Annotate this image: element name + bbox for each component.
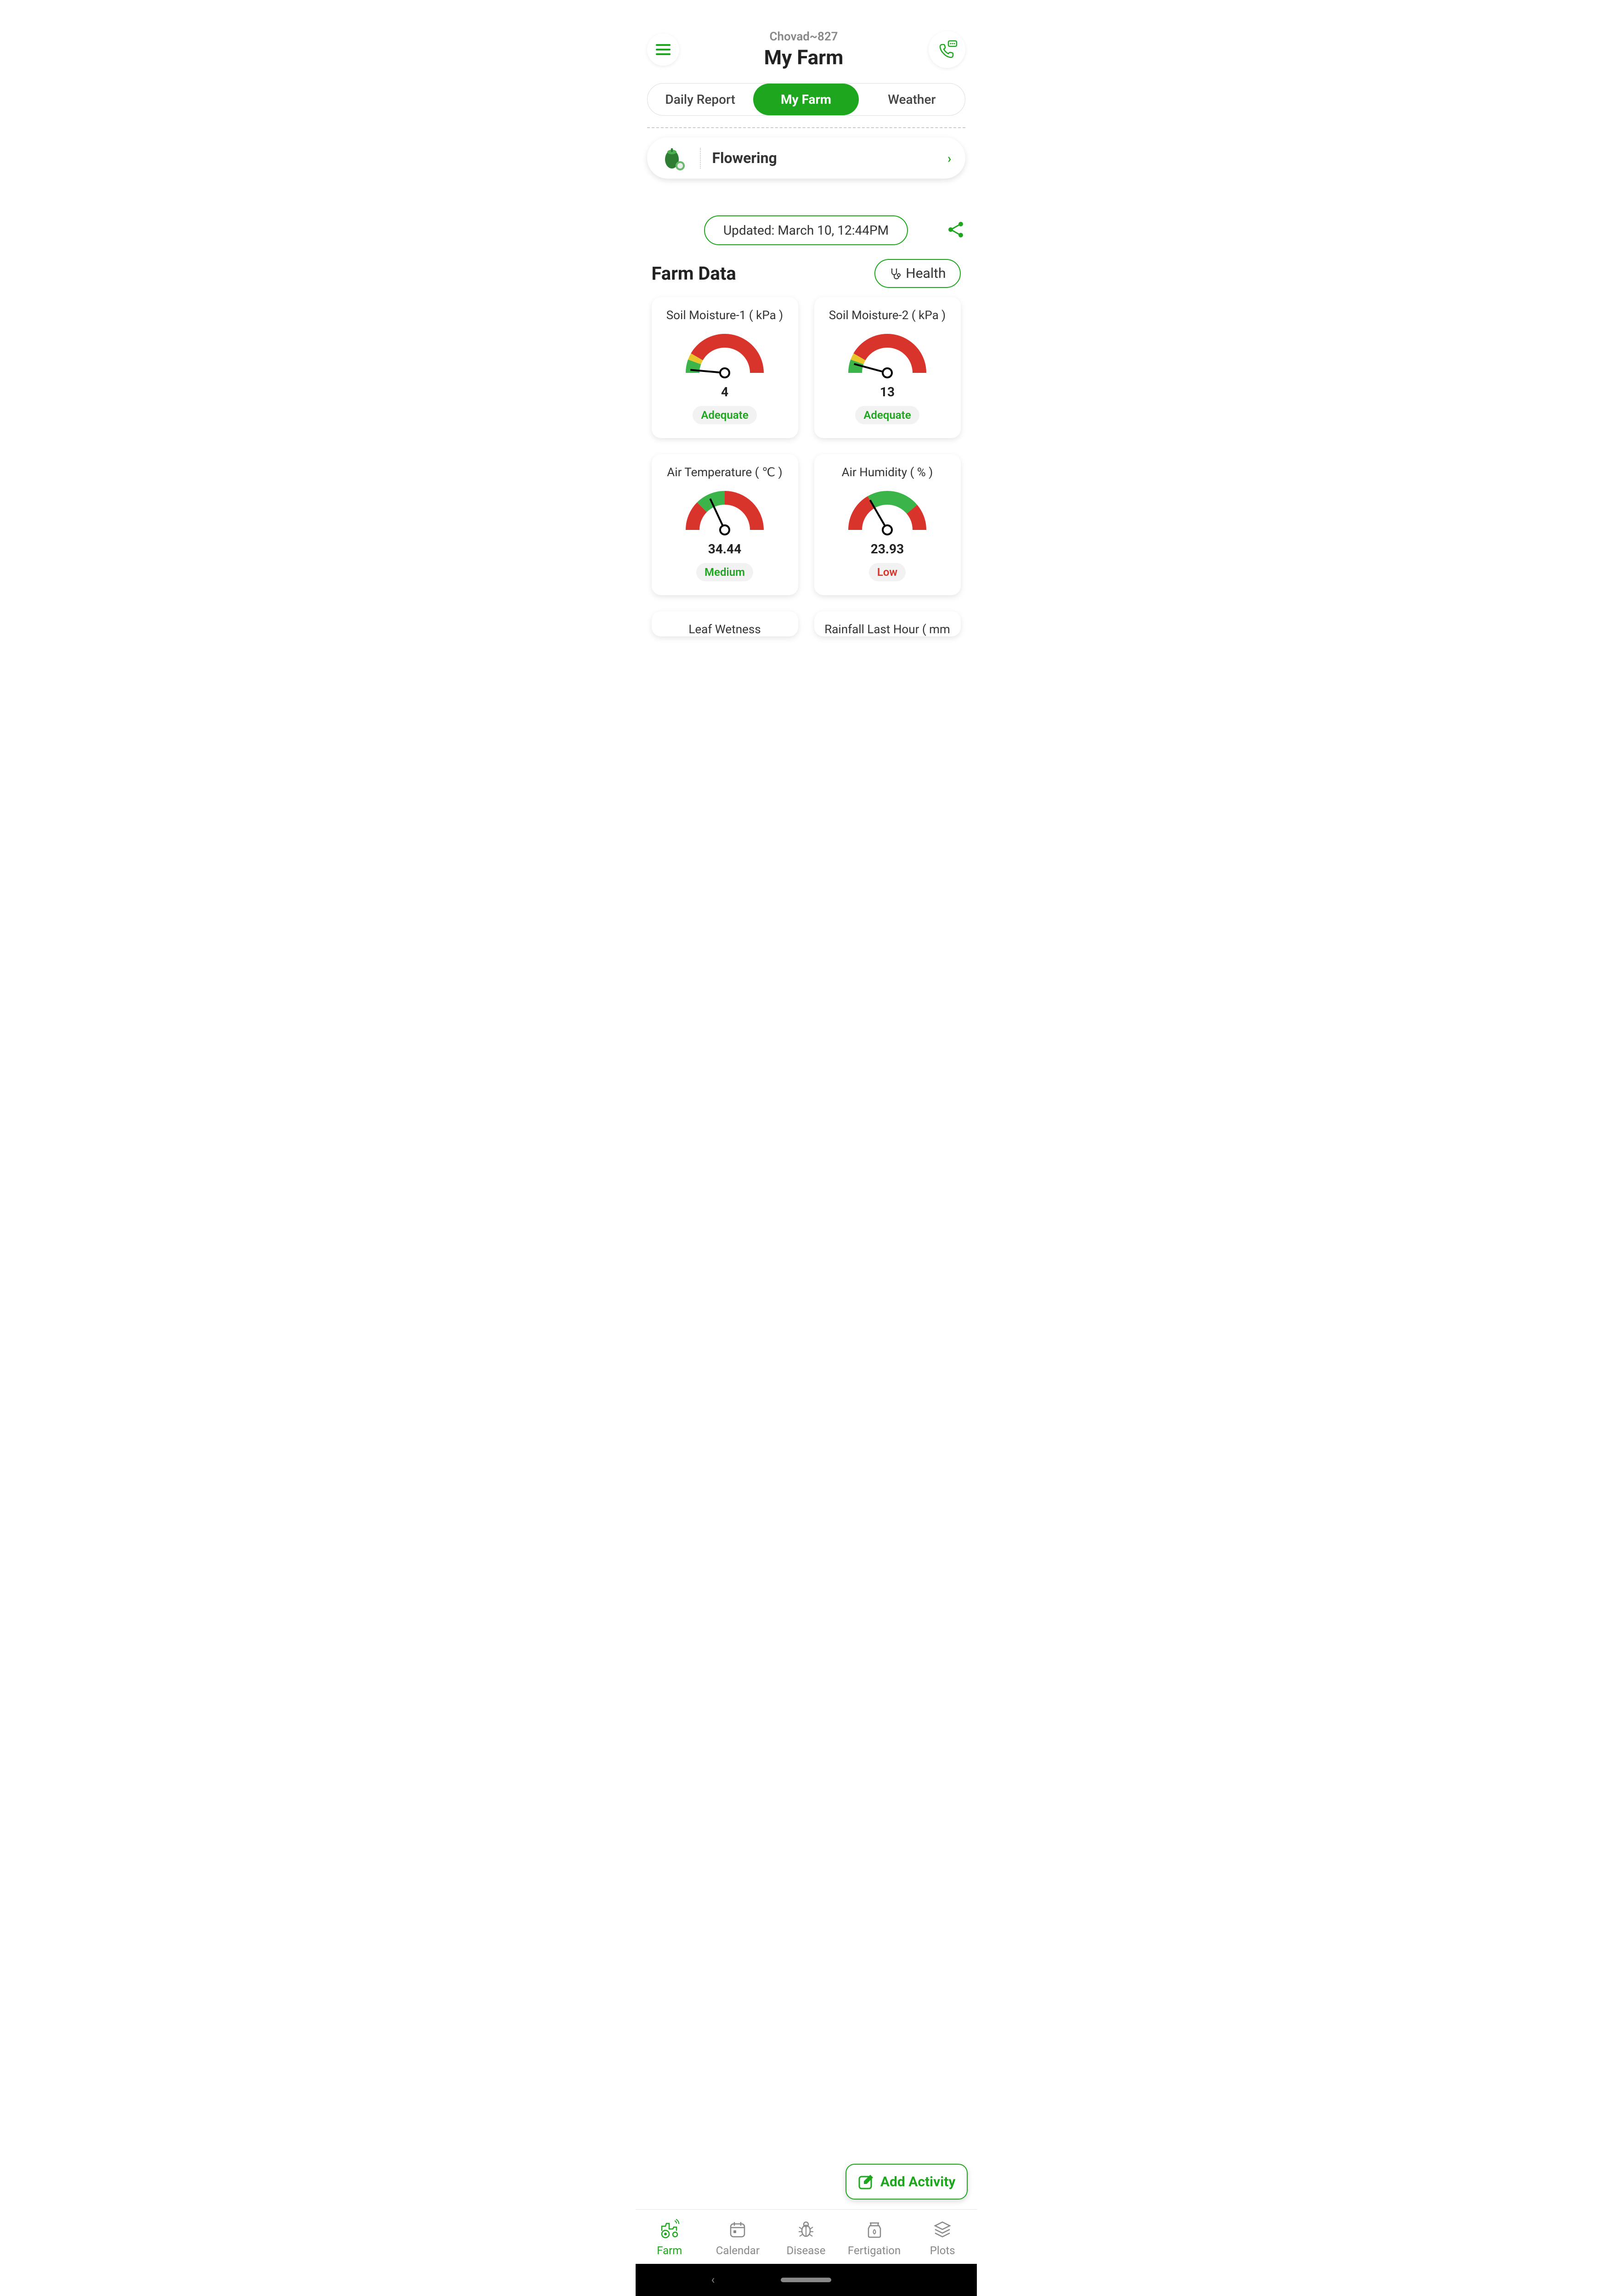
nav-label: Fertigation (848, 2244, 901, 2257)
gauge-value: 4 (659, 384, 791, 400)
gauge-grid: Soil Moisture-1 ( kPa ) 4 Adequate Soil … (636, 297, 977, 595)
android-system-bar: ‹ (636, 2264, 977, 2296)
phone-chat-icon (936, 39, 958, 60)
top-bar: Chovad~827 My Farm (636, 0, 977, 79)
gauge-title: Air Temperature ( ℃ ) (659, 466, 791, 479)
updated-timestamp[interactable]: Updated: March 10, 12:44PM (704, 215, 908, 245)
gauge-chart (821, 329, 954, 380)
system-back-button[interactable]: ‹ (711, 2273, 715, 2287)
stethoscope-icon (889, 268, 901, 280)
gauge-value: 13 (821, 384, 954, 400)
nav-label: Disease (787, 2244, 826, 2257)
section-header: Farm Data Health (652, 259, 961, 288)
nav-fertigation[interactable]: Fertigation (840, 2219, 908, 2257)
nav-calendar[interactable]: Calendar (704, 2219, 772, 2257)
gauge-chart (659, 486, 791, 537)
tab-my-farm[interactable]: My Farm (753, 84, 859, 115)
gauge-card[interactable]: Soil Moisture-1 ( kPa ) 4 Adequate (652, 297, 798, 438)
gauge-title: Air Humidity ( % ) (821, 466, 954, 479)
gauge-value: 34.44 (659, 541, 791, 557)
updated-row: Updated: March 10, 12:44PM (647, 215, 965, 245)
header-center: Chovad~827 My Farm (679, 30, 929, 69)
view-tabs: Daily Report My Farm Weather (647, 83, 965, 116)
add-activity-label: Add Activity (880, 2174, 956, 2190)
crop-pepper-icon (661, 144, 688, 172)
gauge-title: Rainfall Last Hour ( mm ) (821, 623, 954, 636)
tab-weather[interactable]: Weather (859, 84, 964, 115)
nav-label: Plots (930, 2244, 955, 2257)
crop-stage-label: Flowering (712, 149, 936, 167)
bottom-nav: Farm Calendar (636, 2209, 977, 2264)
divider (700, 148, 701, 169)
crop-stage-card[interactable]: Flowering › (647, 137, 965, 179)
bug-icon (795, 2219, 816, 2240)
nav-label: Farm (657, 2244, 682, 2257)
system-home-handle[interactable] (781, 2278, 831, 2282)
gauge-card[interactable]: Soil Moisture-2 ( kPa ) 13 Adequate (814, 297, 961, 438)
nav-farm[interactable]: Farm (636, 2219, 704, 2257)
farm-code-label: Chovad~827 (679, 30, 929, 44)
section-title: Farm Data (652, 263, 736, 284)
gauge-chart (659, 329, 791, 380)
gauge-status-badge: Low (869, 563, 906, 581)
gauge-value: 23.93 (821, 541, 954, 557)
add-activity-button[interactable]: Add Activity (845, 2164, 968, 2200)
gauge-status-badge: Adequate (693, 406, 756, 424)
gauge-card-rainfall[interactable]: Rainfall Last Hour ( mm ) (814, 611, 961, 636)
chevron-right-icon: › (947, 151, 951, 166)
health-button[interactable]: Health (874, 259, 960, 288)
gauge-card[interactable]: Air Humidity ( % ) 23.93 Low (814, 454, 961, 595)
gauge-card-leaf-wetness[interactable]: Leaf Wetness (652, 611, 798, 636)
nav-label: Calendar (716, 2244, 760, 2257)
gauge-title: Soil Moisture-1 ( kPa ) (659, 309, 791, 322)
gauge-title: Leaf Wetness (659, 623, 791, 636)
gauge-title: Soil Moisture-2 ( kPa ) (821, 309, 954, 322)
layers-icon (932, 2219, 953, 2240)
tab-daily-report[interactable]: Daily Report (648, 84, 753, 115)
hamburger-line (656, 49, 671, 51)
hamburger-menu-button[interactable] (647, 34, 679, 66)
gauge-card[interactable]: Air Temperature ( ℃ ) 34.44 Medium (652, 454, 798, 595)
call-support-button[interactable] (929, 31, 965, 68)
gauge-status-badge: Medium (696, 563, 753, 581)
tractor-icon (659, 2219, 680, 2240)
gauge-status-badge: Adequate (855, 406, 919, 424)
fertilizer-icon (864, 2219, 885, 2240)
partial-gauges-row: Leaf Wetness Rainfall Last Hour ( mm ) (636, 595, 977, 636)
nav-plots[interactable]: Plots (908, 2219, 977, 2257)
calendar-icon (727, 2219, 748, 2240)
hamburger-line (656, 44, 671, 46)
nav-disease[interactable]: Disease (772, 2219, 840, 2257)
page-title: My Farm (679, 45, 929, 69)
health-label: Health (906, 265, 946, 281)
share-icon (947, 220, 965, 239)
edit-icon (857, 2173, 875, 2190)
divider (647, 127, 965, 128)
hamburger-line (656, 53, 671, 55)
gauge-chart (821, 486, 954, 537)
share-button[interactable] (947, 220, 965, 241)
